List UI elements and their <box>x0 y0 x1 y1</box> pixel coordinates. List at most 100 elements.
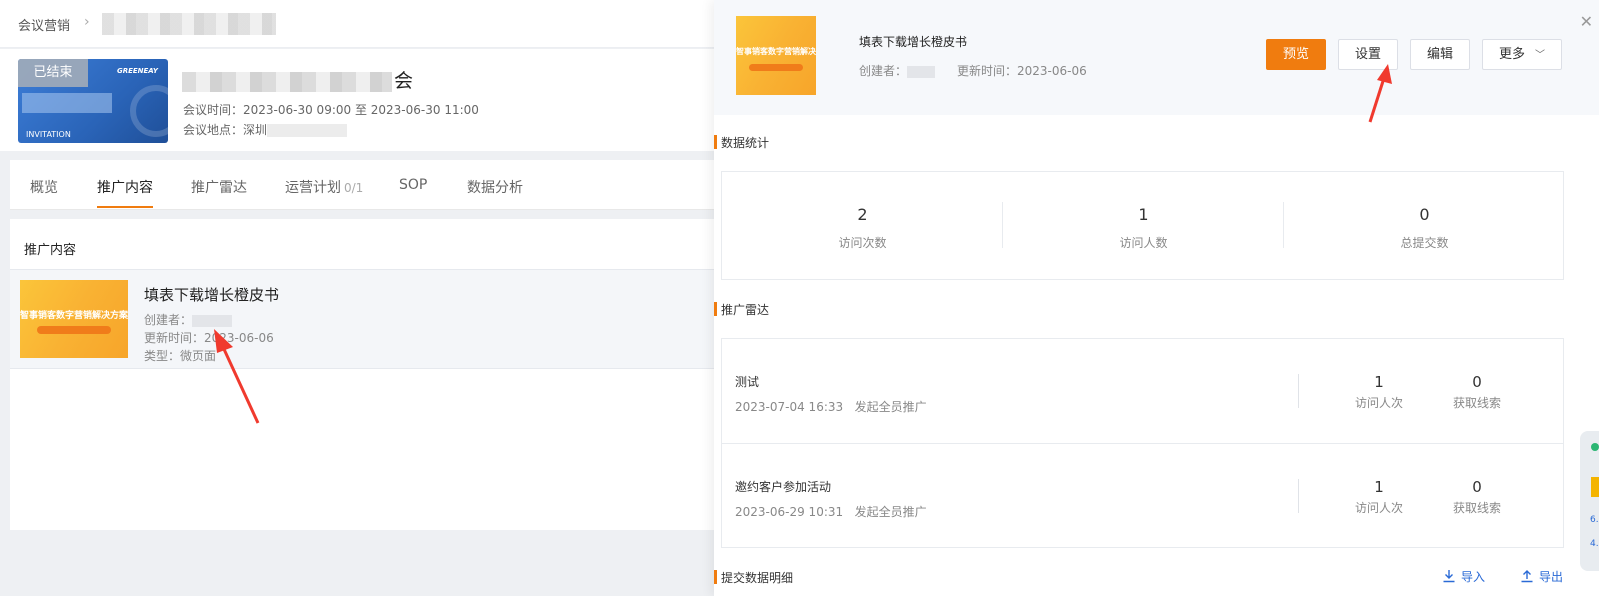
export-button[interactable]: 导出 <box>1520 568 1563 585</box>
thumbnail-title: 智事销客数字营销解决方案 <box>20 311 128 321</box>
stat-submissions: 0 总提交数 <box>1284 172 1565 279</box>
drawer-meta: 创建者： 更新时间：2023-06-06 <box>859 62 1087 79</box>
radar-visitors-label: 访问人次 <box>1354 501 1403 515</box>
radar-visitors: 1 访问人次 <box>1339 373 1419 411</box>
meeting-time: 会议时间：2023-06-30 09:00 至 2023-06-30 11:00 <box>183 103 479 117</box>
tab-promotion-radar[interactable]: 推广雷达 <box>191 177 247 197</box>
meeting-detail-pane: 会议营销 › 已结束 GREENEAY INVITATION 会 会议时间：20… <box>0 0 714 596</box>
drawer-updated: 更新时间：2023-06-06 <box>957 64 1087 78</box>
settings-button[interactable]: 设置 <box>1338 39 1398 70</box>
chevron-down-icon: ﹀ <box>1535 50 1545 61</box>
content-type: 类型：微页面 <box>144 349 217 363</box>
status-badge: 已结束 <box>18 59 88 87</box>
preview-button[interactable]: 预览 <box>1266 39 1326 70</box>
bar-icon <box>1591 477 1599 497</box>
more-label: 更多 <box>1498 47 1525 62</box>
stat-value: 1 <box>1138 205 1149 224</box>
import-button[interactable]: 导入 <box>1442 568 1485 585</box>
radar-leads: 0 获取线索 <box>1437 373 1517 411</box>
drawer-title: 填表下载增长橙皮书 <box>859 35 968 49</box>
promotion-content-panel: 推广内容 智事销客数字营销解决方案 填表下载增长橙皮书 创建者： 更新时间：20… <box>10 219 714 530</box>
radar-visitors-value: 1 <box>1374 478 1384 496</box>
stat-label: 访问人数 <box>1119 236 1168 250</box>
stat-label: 访问次数 <box>838 236 887 250</box>
breadcrumb-separator-icon: › <box>84 14 90 30</box>
tab-bar: 概览 推广内容 推广雷达 运营计划 0/1 SOP 数据分析 <box>10 160 714 210</box>
content-creator-label: 创建者： <box>144 313 193 327</box>
widget-text-2: 4. <box>1590 539 1599 549</box>
stat-value: 2 <box>857 205 868 224</box>
content-name[interactable]: 填表下载增长橙皮书 <box>144 284 279 305</box>
radar-time-value: 2023-07-04 16:33 <box>735 400 844 414</box>
drawer-header: 智事销客数字营销解决方案 填表下载增长橙皮书 创建者： 更新时间：2023-06-… <box>714 0 1599 115</box>
close-icon[interactable]: ✕ <box>1580 12 1593 31</box>
radar-action: 发起全员推广 <box>854 505 927 519</box>
radar-time: 2023-07-04 16:33 发起全员推广 <box>735 398 927 415</box>
radar-leads-value: 0 <box>1472 478 1482 496</box>
breadcrumb: 会议营销 › <box>0 0 714 48</box>
stat-visitors: 1 访问人数 <box>1003 172 1284 279</box>
divider <box>1298 374 1299 408</box>
radar-leads: 0 获取线索 <box>1437 478 1517 516</box>
radar-time-value: 2023-06-29 10:31 <box>735 505 844 519</box>
download-icon <box>1443 570 1455 583</box>
meeting-title: 会 <box>182 66 413 93</box>
drawer-creator-redacted <box>907 65 936 78</box>
drawer-creator-label: 创建者： <box>859 64 908 78</box>
radar-row[interactable]: 测试 2023-07-04 16:33 发起全员推广 1 访问人次 0 获取线索 <box>722 339 1563 443</box>
cover-invitation-text: INVITATION <box>26 130 71 139</box>
tab-overview[interactable]: 概览 <box>30 177 58 197</box>
thumbnail-pill <box>37 326 111 334</box>
divider <box>1298 479 1299 513</box>
stat-label: 总提交数 <box>1400 236 1449 250</box>
content-detail-drawer: 智事销客数字营销解决方案 填表下载增长橙皮书 创建者： 更新时间：2023-06-… <box>714 0 1599 596</box>
radar-row[interactable]: 邀约客户参加活动 2023-06-29 10:31 发起全员推广 1 访问人次 … <box>722 443 1563 547</box>
radar-visitors-value: 1 <box>1374 373 1384 391</box>
tab-sop[interactable]: SOP <box>399 177 427 193</box>
cover-brand-logo: GREENEAY <box>116 67 158 75</box>
creator-redacted <box>192 314 233 327</box>
cover-ring-decoration <box>130 85 168 137</box>
stats-section-title: 数据统计 <box>721 136 770 150</box>
breadcrumb-root[interactable]: 会议营销 <box>18 15 70 34</box>
tab-data-analysis[interactable]: 数据分析 <box>467 177 523 197</box>
tab-operation-plan[interactable]: 运营计划 0/1 <box>285 177 363 197</box>
widget-text-1: 6. <box>1590 515 1599 525</box>
content-thumbnail: 智事销客数字营销解决方案 <box>20 280 128 358</box>
breadcrumb-current-redacted <box>102 13 276 35</box>
stat-value: 0 <box>1419 205 1430 224</box>
content-updated: 更新时间：2023-06-06 <box>144 331 274 345</box>
radar-list: 测试 2023-07-04 16:33 发起全员推广 1 访问人次 0 获取线索… <box>721 338 1564 548</box>
active-tab-indicator <box>97 206 153 208</box>
stat-visits: 2 访问次数 <box>722 172 1003 279</box>
drawer-thumbnail-pill <box>748 64 804 71</box>
floating-side-widget[interactable]: 6. 4. <box>1580 431 1599 571</box>
drawer-thumbnail: 智事销客数字营销解决方案 <box>736 16 816 95</box>
radar-leads-value: 0 <box>1472 373 1482 391</box>
radar-visitors: 1 访问人次 <box>1339 478 1419 516</box>
section-marker <box>714 302 717 316</box>
tab-operation-plan-label: 运营计划 <box>285 180 341 196</box>
detail-section-title: 提交数据明细 <box>721 571 794 585</box>
cover-redacted-text <box>22 93 112 113</box>
meeting-summary: 已结束 GREENEAY INVITATION 会 会议时间：2023-06-3… <box>0 49 714 151</box>
meeting-location-redacted <box>267 124 348 137</box>
tab-operation-plan-count: 0/1 <box>344 181 364 195</box>
radar-section-title: 推广雷达 <box>721 303 770 317</box>
more-dropdown[interactable]: 更多 ﹀ <box>1482 39 1562 70</box>
radar-leads-label: 获取线索 <box>1452 501 1501 515</box>
meeting-title-redacted <box>182 71 392 92</box>
stats-box: 2 访问次数 1 访问人数 0 总提交数 <box>721 171 1564 280</box>
status-dot-icon <box>1591 443 1599 451</box>
edit-button[interactable]: 编辑 <box>1410 39 1470 70</box>
radar-visitors-label: 访问人次 <box>1354 396 1403 410</box>
radar-time: 2023-06-29 10:31 发起全员推广 <box>735 503 927 520</box>
section-heading: 推广内容 <box>24 243 77 258</box>
content-creator: 创建者： <box>144 311 233 328</box>
tab-promotion-content[interactable]: 推广内容 <box>97 177 153 197</box>
radar-name: 邀约客户参加活动 <box>735 480 832 494</box>
list-item[interactable]: 智事销客数字营销解决方案 填表下载增长橙皮书 创建者： 更新时间：2023-06… <box>10 269 714 369</box>
radar-leads-label: 获取线索 <box>1452 396 1501 410</box>
upload-icon <box>1521 570 1533 583</box>
radar-action: 发起全员推广 <box>854 400 927 414</box>
